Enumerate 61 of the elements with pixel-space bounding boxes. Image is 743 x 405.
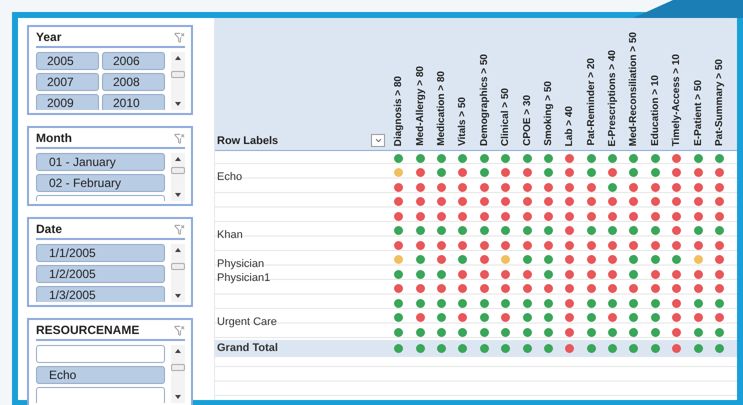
row-label: Physician bbox=[217, 258, 264, 270]
scrollbar[interactable] bbox=[171, 52, 185, 110]
row-label: Urgent Care bbox=[217, 316, 277, 328]
column-header: E-Patient > 50 bbox=[692, 80, 704, 146]
clear-filter-icon[interactable] bbox=[174, 224, 185, 234]
scroll-down-icon[interactable] bbox=[175, 102, 181, 106]
clear-filter-icon[interactable] bbox=[174, 32, 185, 42]
clear-filter-icon[interactable] bbox=[174, 132, 185, 144]
scrollbar[interactable] bbox=[171, 345, 185, 403]
column-header: Medication > 80 bbox=[436, 71, 447, 146]
scroll-down-icon[interactable] bbox=[175, 395, 181, 399]
column-header: E-Prescriptions > 40 bbox=[607, 50, 618, 146]
column-header: CPOE > 30 bbox=[522, 95, 533, 146]
slicer-title: Year bbox=[36, 30, 62, 44]
column-header: Demographics > 50 bbox=[478, 54, 490, 146]
column-header: Pat-Reminder > 20 bbox=[586, 58, 597, 146]
column-header: Med-Allergy > 80 bbox=[414, 66, 426, 146]
filter-dropdown-button[interactable] bbox=[371, 134, 385, 147]
slicer-title: Month bbox=[36, 131, 72, 145]
scrollbar[interactable] bbox=[171, 244, 185, 302]
column-header: Diagnosis > 80 bbox=[393, 76, 404, 146]
slicer-item[interactable]: 1/1/2005 bbox=[36, 244, 165, 262]
scroll-down-icon[interactable] bbox=[175, 193, 181, 197]
column-header: Lab > 40 bbox=[564, 106, 576, 146]
column-header: Education > 10 bbox=[650, 75, 661, 146]
slicer-item[interactable]: 2007 bbox=[36, 73, 99, 91]
scrollbar[interactable] bbox=[171, 153, 185, 201]
column-header: Vitals > 50 bbox=[457, 96, 468, 146]
caret-icon bbox=[374, 136, 382, 145]
slicer-item[interactable]: 2009 bbox=[36, 94, 99, 110]
scroll-up-icon[interactable] bbox=[175, 349, 181, 353]
slicer-item[interactable]: 2005 bbox=[36, 52, 99, 70]
slicer-item[interactable]: 1/3/2005 bbox=[36, 286, 165, 302]
scroll-up-icon[interactable] bbox=[175, 56, 181, 60]
slicer-item[interactable]: 2008 bbox=[102, 73, 165, 91]
slicer-item[interactable]: Echo bbox=[36, 366, 165, 384]
slicer-item[interactable]: 2010 bbox=[102, 94, 165, 110]
scroll-down-icon[interactable] bbox=[175, 294, 181, 298]
scroll-thumb[interactable] bbox=[171, 70, 185, 78]
scroll-up-icon[interactable] bbox=[175, 157, 181, 161]
slicer-item[interactable]: 2006 bbox=[102, 52, 165, 70]
column-header: Timely-Access > 10 bbox=[671, 54, 682, 146]
grand-total-label: Grand Total bbox=[217, 342, 278, 354]
slicer-item[interactable]: 01 - January bbox=[36, 153, 165, 171]
slicer-item[interactable]: 02 - February bbox=[36, 174, 165, 192]
row-label: Khan bbox=[217, 228, 243, 241]
clear-filter-icon[interactable] bbox=[174, 324, 185, 336]
slicer-title: RESOURCENAME bbox=[36, 323, 140, 337]
scroll-thumb[interactable] bbox=[171, 364, 185, 370]
column-header: Smoking > 50 bbox=[542, 81, 554, 146]
slicer-title: Date bbox=[36, 222, 62, 236]
row-label: Echo bbox=[217, 170, 242, 183]
row-labels-header: Row Labels bbox=[217, 135, 278, 147]
scroll-up-icon[interactable] bbox=[175, 248, 181, 252]
scroll-thumb[interactable] bbox=[171, 262, 185, 270]
row-label: Physician1 bbox=[217, 272, 270, 284]
scroll-thumb[interactable] bbox=[171, 166, 185, 174]
slicer-item[interactable]: 1/2/2005 bbox=[36, 265, 165, 283]
column-header: Clinical > 50 bbox=[500, 88, 512, 146]
column-header: Pat-Summary > 50 bbox=[714, 59, 726, 146]
column-header: Med-Reconsiliation > 50 bbox=[628, 32, 640, 146]
